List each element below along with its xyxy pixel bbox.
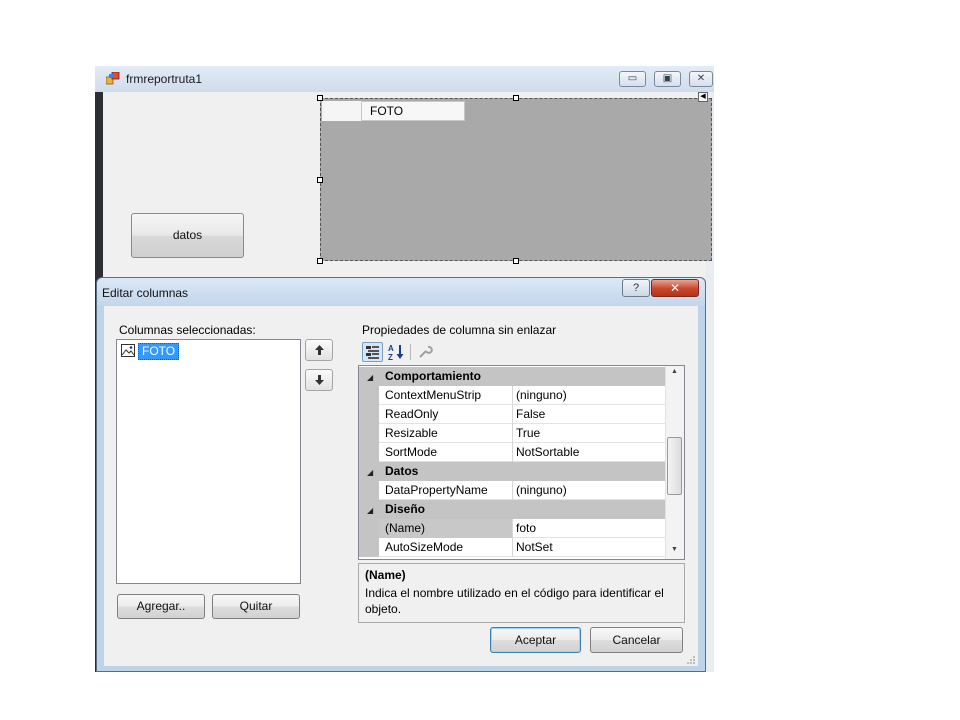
property-name: ContextMenuStrip [385, 388, 482, 402]
smart-tag-arrow-icon: ◀ [700, 93, 706, 100]
resize-handle[interactable] [513, 95, 519, 101]
category-row-comportamiento[interactable]: ◢ Comportamiento [359, 367, 666, 386]
resize-handle[interactable] [513, 258, 519, 264]
row-gutter [359, 519, 379, 538]
column-divider [512, 519, 513, 538]
property-value[interactable]: NotSortable [516, 443, 579, 462]
designer-window-title: frmreportruta1 [126, 72, 203, 86]
help-icon: ? [632, 282, 640, 294]
collapse-triangle-icon[interactable]: ◢ [367, 506, 373, 515]
column-divider [512, 481, 513, 500]
category-row-datos[interactable]: ◢ Datos [359, 462, 666, 481]
categorized-view-button[interactable] [362, 342, 383, 362]
property-name: Resizable [385, 426, 438, 440]
property-row-autosizemode[interactable]: AutoSizeMode NotSet [359, 538, 666, 557]
property-name: (Name) [385, 521, 426, 535]
property-row-datapropertyname[interactable]: DataPropertyName (ninguno) [359, 481, 666, 500]
remove-column-button[interactable]: Quitar [212, 594, 300, 619]
property-value[interactable]: (ninguno) [516, 481, 567, 500]
categorized-icon [366, 346, 379, 359]
maximize-icon: ▣ [662, 73, 673, 84]
sort-alphabetical-icon: A Z [388, 344, 404, 362]
property-name: DataPropertyName [385, 483, 488, 497]
row-gutter [359, 405, 379, 424]
property-row-resizable[interactable]: Resizable True [359, 424, 666, 443]
move-down-button[interactable] [305, 369, 333, 391]
property-name: AutoSizeMode [385, 540, 464, 554]
category-row-diseno[interactable]: ◢ Diseño [359, 500, 666, 519]
collapse-triangle-icon[interactable]: ◢ [367, 468, 373, 477]
grid-column-header[interactable]: FOTO [362, 101, 465, 121]
add-column-button[interactable]: Agregar.. [117, 594, 205, 619]
wrench-icon [419, 345, 433, 358]
resize-handle[interactable] [317, 95, 323, 101]
property-row-sortmode[interactable]: SortMode NotSortable [359, 443, 666, 462]
column-divider [512, 538, 513, 557]
properties-label: Propiedades de columna sin enlazar [362, 323, 557, 337]
property-value[interactable]: NotSet [516, 538, 553, 557]
dialog-close-button[interactable]: ✕ [651, 279, 699, 297]
column-item-foto[interactable]: FOTO [138, 343, 180, 360]
category-label: Datos [385, 464, 419, 478]
datagridview-control[interactable] [320, 98, 712, 261]
category-label: Diseño [385, 502, 426, 516]
toolbar-separator [410, 344, 411, 360]
dialog-title-bar [97, 278, 705, 306]
svg-text:Z: Z [388, 353, 393, 362]
scrollbar-thumb[interactable] [667, 437, 682, 495]
arrow-down-icon [315, 375, 324, 385]
property-grid[interactable]: ◢ Comportamiento ContextMenuStrip (ningu… [358, 365, 685, 560]
column-divider [512, 424, 513, 443]
resize-handle[interactable] [317, 258, 323, 264]
property-value[interactable]: foto [516, 519, 536, 538]
row-gutter [359, 538, 379, 557]
grid-row-header [322, 101, 362, 121]
row-gutter [359, 481, 379, 500]
close-icon: ✕ [696, 73, 706, 84]
scroll-up-icon[interactable]: ▲ [671, 368, 678, 375]
minimize-icon: ▭ [627, 73, 638, 84]
column-divider [512, 443, 513, 462]
description-text: Indica el nombre utilizado en el código … [365, 586, 664, 616]
category-label: Comportamiento [385, 369, 481, 383]
window-close-button[interactable]: ✕ [689, 71, 713, 87]
row-gutter [359, 443, 379, 462]
size-grip-icon[interactable] [686, 655, 696, 665]
collapse-triangle-icon[interactable]: ◢ [367, 373, 373, 382]
alphabetical-view-button[interactable]: A Z [386, 342, 407, 362]
property-value[interactable]: (ninguno) [516, 386, 567, 405]
minimize-button[interactable]: ▭ [619, 71, 646, 87]
svg-text:A: A [388, 344, 394, 353]
column-divider [512, 386, 513, 405]
resize-handle[interactable] [317, 177, 323, 183]
scroll-down-icon[interactable]: ▼ [671, 546, 678, 553]
close-icon: ✕ [669, 281, 681, 295]
datos-button[interactable]: datos [131, 213, 244, 258]
help-button[interactable]: ? [622, 279, 650, 297]
property-value[interactable]: True [516, 424, 540, 443]
selected-columns-label: Columnas seleccionadas: [119, 323, 256, 337]
form-app-icon [106, 72, 120, 85]
move-up-button[interactable] [305, 339, 333, 361]
description-title: (Name) [365, 568, 406, 582]
property-row-name[interactable]: (Name) foto [359, 519, 666, 538]
smart-tag-glyph[interactable]: ◀ [698, 92, 708, 102]
property-pages-button[interactable] [416, 342, 434, 362]
accept-button[interactable]: Aceptar [490, 627, 581, 653]
property-row-contextmenustrip[interactable]: ContextMenuStrip (ninguno) [359, 386, 666, 405]
selected-columns-list[interactable] [116, 339, 301, 584]
maximize-button[interactable]: ▣ [654, 71, 681, 87]
dialog-title: Editar columnas [102, 286, 189, 300]
row-gutter [359, 386, 379, 405]
arrow-up-icon [315, 345, 324, 355]
property-value[interactable]: False [516, 405, 545, 424]
property-name: ReadOnly [385, 407, 439, 421]
row-gutter [359, 424, 379, 443]
property-name: SortMode [385, 445, 438, 459]
column-divider [512, 405, 513, 424]
property-row-readonly[interactable]: ReadOnly False [359, 405, 666, 424]
image-column-icon [121, 344, 135, 357]
cancel-button[interactable]: Cancelar [590, 627, 683, 653]
